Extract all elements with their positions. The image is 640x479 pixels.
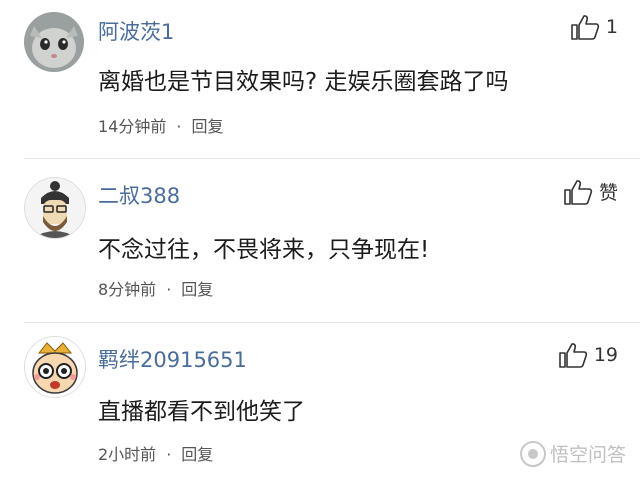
thumbs-up-icon (571, 15, 600, 40)
comment-username[interactable]: 阿波茨1 (98, 16, 174, 46)
comment-meta: 8分钟前 · 回复 (98, 276, 213, 300)
comment-divider (24, 158, 640, 159)
comment-time: 8分钟前 (98, 280, 157, 299)
comment-meta: 14分钟前 · 回复 (98, 113, 223, 137)
like-button[interactable]: 1 (570, 14, 618, 40)
user-avatar[interactable] (24, 336, 86, 398)
comment-username[interactable]: 羁绊20915651 (98, 344, 247, 374)
comment-item: 二叔388 不念过往，不畏将来，只争现在! 8分钟前 · 回复 赞 (0, 160, 640, 324)
comment-divider (24, 322, 640, 323)
comment-time: 2小时前 (98, 445, 157, 464)
user-avatar[interactable] (24, 177, 86, 239)
meta-separator: · (166, 445, 172, 464)
watermark: 悟空问答 (519, 440, 626, 467)
like-count: 19 (593, 344, 618, 366)
user-avatar[interactable] (24, 12, 84, 72)
comment-text: 直播都看不到他笑了 (98, 399, 305, 425)
like-button[interactable]: 19 (558, 342, 618, 368)
watermark-text: 悟空问答 (549, 444, 626, 466)
reply-button[interactable]: 回复 (191, 117, 223, 136)
comment-text: 离婚也是节目效果吗? 走娱乐圈套路了吗 (98, 69, 509, 95)
like-button[interactable]: 赞 (563, 178, 618, 205)
reply-button[interactable]: 回复 (181, 280, 213, 299)
wukong-logo-icon (519, 440, 546, 467)
cartoon-face-avatar-icon (25, 337, 85, 397)
meta-separator: · (176, 117, 182, 136)
comment-meta: 2小时前 · 回复 (98, 441, 213, 465)
comment-username[interactable]: 二叔388 (98, 180, 180, 210)
meta-separator: · (166, 280, 172, 299)
comment-text: 不念过往，不畏将来，只争现在! (98, 237, 430, 263)
thumbs-up-icon (559, 343, 588, 368)
like-label: 赞 (598, 182, 618, 204)
reply-button[interactable]: 回复 (181, 445, 213, 464)
like-count: 1 (605, 16, 618, 38)
comment-item: 阿波茨1 离婚也是节目效果吗? 走娱乐圈套路了吗 14分钟前 · 回复 1 (0, 0, 640, 160)
comment-time: 14分钟前 (98, 117, 167, 136)
thumbs-up-icon (564, 179, 593, 205)
bearded-man-avatar-icon (25, 178, 85, 238)
cat-avatar-icon (24, 12, 84, 72)
